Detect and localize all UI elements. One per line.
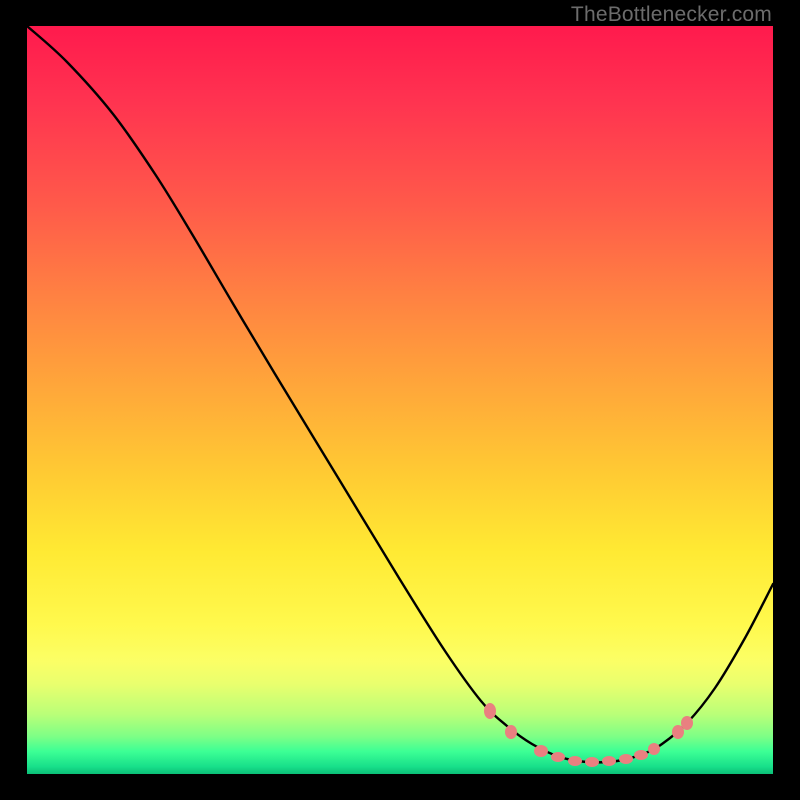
curve-marker [568, 756, 582, 766]
curve-marker [634, 750, 648, 760]
chart-plot-area [27, 26, 773, 774]
curve-marker [505, 725, 517, 739]
curve-marker [551, 752, 565, 762]
curve-marker [681, 716, 693, 730]
curve-marker [534, 745, 548, 757]
curve-marker [648, 743, 660, 755]
curve-marker [619, 754, 633, 764]
curve-marker [602, 756, 616, 766]
watermark-text: TheBottlenecker.com [571, 3, 772, 27]
chart-svg [27, 26, 773, 774]
bottleneck-curve [27, 26, 773, 762]
curve-marker [585, 757, 599, 767]
curve-marker [484, 703, 496, 719]
curve-markers [484, 703, 693, 767]
